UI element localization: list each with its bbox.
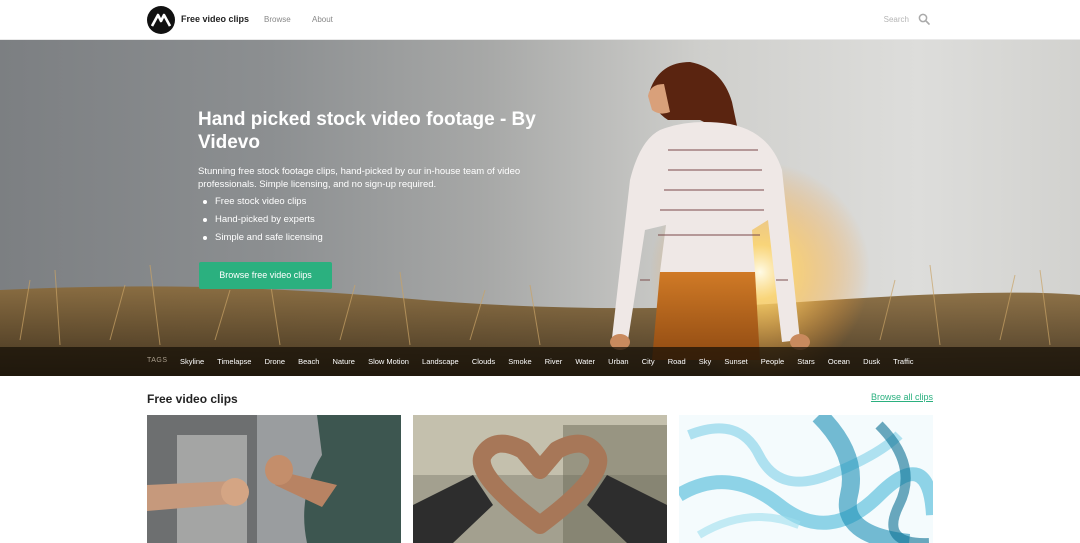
tag-bar: TAGS Skyline Timelapse Drone Beach Natur… [0, 347, 1080, 376]
tag-list: Skyline Timelapse Drone Beach Nature Slo… [180, 357, 933, 368]
nav-about-link[interactable]: About [312, 15, 333, 24]
video-thumbnail-fist-bump[interactable] [147, 415, 401, 543]
tag-city[interactable]: City [642, 357, 655, 366]
nav-browse-link[interactable]: Browse [264, 15, 291, 24]
search-icon[interactable] [918, 13, 930, 25]
tag-nature[interactable]: Nature [332, 357, 355, 366]
hero-feature-item: Hand-picked by experts [203, 214, 323, 232]
tag-road[interactable]: Road [668, 357, 686, 366]
hero-banner: Hand picked stock video footage - By Vid… [0, 40, 1080, 376]
tag-dusk[interactable]: Dusk [863, 357, 880, 366]
tag-slow-motion[interactable]: Slow Motion [368, 357, 409, 366]
tag-water[interactable]: Water [575, 357, 595, 366]
tag-timelapse[interactable]: Timelapse [217, 357, 251, 366]
section-title: Free video clips [147, 392, 238, 406]
tag-people[interactable]: People [761, 357, 784, 366]
brand-link[interactable]: Free video clips [181, 14, 249, 24]
videvo-logo-icon[interactable] [147, 6, 175, 34]
tag-skyline[interactable]: Skyline [180, 357, 204, 366]
hero-feature-item: Free stock video clips [203, 196, 323, 214]
hero-title: Hand picked stock video footage - By Vid… [198, 109, 536, 153]
browse-all-clips-link[interactable]: Browse all clips [871, 392, 933, 402]
hero-description: Stunning free stock footage clips, hand-… [198, 166, 521, 190]
video-thumbnail-blue-smoke[interactable] [679, 415, 933, 543]
search-input[interactable]: Search [884, 15, 909, 24]
tags-label: TAGS [147, 357, 168, 364]
tag-traffic[interactable]: Traffic [893, 357, 913, 366]
tag-stars[interactable]: Stars [797, 357, 815, 366]
tag-river[interactable]: River [545, 357, 563, 366]
tag-urban[interactable]: Urban [608, 357, 628, 366]
tag-smoke[interactable]: Smoke [508, 357, 531, 366]
hero-feature-item: Simple and safe licensing [203, 232, 323, 250]
tag-sunset[interactable]: Sunset [724, 357, 747, 366]
hero-feature-list: Free stock video clips Hand-picked by ex… [203, 196, 323, 250]
tag-sky[interactable]: Sky [699, 357, 712, 366]
tag-ocean[interactable]: Ocean [828, 357, 850, 366]
top-navbar: Free video clips Browse About Search [0, 0, 1080, 40]
tag-beach[interactable]: Beach [298, 357, 319, 366]
browse-free-clips-button[interactable]: Browse free video clips [199, 262, 332, 289]
video-thumbnail-heart-hands[interactable] [413, 415, 667, 543]
tag-landscape[interactable]: Landscape [422, 357, 459, 366]
tag-drone[interactable]: Drone [265, 357, 285, 366]
hero-background-image [0, 62, 1080, 376]
tag-clouds[interactable]: Clouds [472, 357, 495, 366]
